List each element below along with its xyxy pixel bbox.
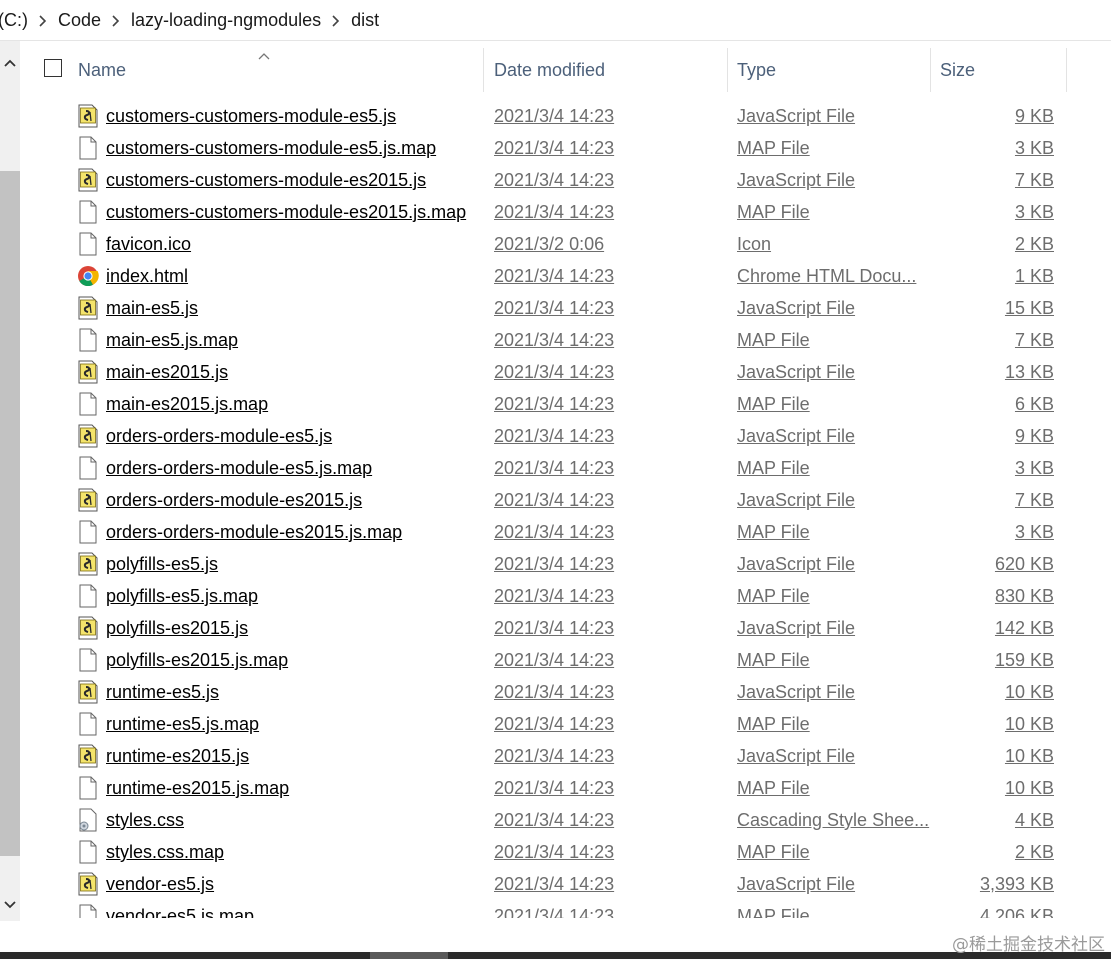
select-all-checkbox[interactable] — [44, 59, 62, 77]
file-row[interactable]: customers-customers-module-es5.js 2021/3/… — [20, 100, 1111, 132]
file-row[interactable]: polyfills-es2015.js.map 2021/3/4 14:23 MAP… — [20, 644, 1111, 676]
breadcrumb-item-project[interactable]: lazy-loading-ngmodules — [127, 10, 325, 31]
file-row[interactable]: polyfills-es5.js.map 2021/3/4 14:23 MAP Fi… — [20, 580, 1111, 612]
file-row[interactable]: polyfills-es2015.js 2021/3/4 14:23 JavaScr… — [20, 612, 1111, 644]
header-type[interactable]: Type — [737, 48, 776, 92]
file-row[interactable]: runtime-es5.js 2021/3/4 14:23 JavaScript F… — [20, 676, 1111, 708]
file-row[interactable]: customers-customers-module-es2015.js.map… — [20, 196, 1111, 228]
file-size: 10 KB — [1004, 746, 1054, 766]
file-size: 10 KB — [1004, 778, 1054, 798]
file-size: 3 KB — [1014, 202, 1054, 222]
file-row[interactable]: main-es2015.js.map 2021/3/4 14:23 MAP File… — [20, 388, 1111, 420]
file-row[interactable]: customers-customers-module-es2015.js 2021… — [20, 164, 1111, 196]
file-row[interactable]: main-es5.js.map 2021/3/4 14:23 MAP File 7 K… — [20, 324, 1111, 356]
watermark: @稀土掘金技术社区 — [952, 935, 1105, 955]
file-size: 4,206 KB — [979, 906, 1054, 918]
scrollbar-thumb[interactable] — [0, 171, 20, 856]
breadcrumb-item-drive[interactable]: (C:) — [0, 10, 32, 31]
chevron-right-icon[interactable] — [32, 12, 54, 28]
file-size: 15 KB — [1004, 298, 1054, 318]
file-size: 4 KB — [1014, 810, 1054, 830]
file-size: 620 KB — [994, 554, 1054, 574]
file-size: 2 KB — [1014, 234, 1054, 254]
file-row[interactable]: main-es2015.js 2021/3/4 14:23 JavaScript F… — [20, 356, 1111, 388]
taskbar-active-app[interactable] — [370, 952, 448, 959]
file-row[interactable]: main-es5.js 2021/3/4 14:23 JavaScript File… — [20, 292, 1111, 324]
file-row[interactable]: runtime-es5.js.map 2021/3/4 14:23 MAP File… — [20, 708, 1111, 740]
file-size: 13 KB — [1004, 362, 1054, 382]
file-list: customers-customers-module-es5.js 2021/3/… — [20, 100, 1111, 918]
chevron-right-icon[interactable] — [325, 12, 347, 28]
scroll-down-icon[interactable] — [0, 891, 20, 919]
breadcrumb-item-code[interactable]: Code — [54, 10, 105, 31]
file-size: 10 KB — [1004, 682, 1054, 702]
column-divider[interactable] — [727, 48, 728, 92]
file-row[interactable]: orders-orders-module-es2015.js 2021/3/4 1… — [20, 484, 1111, 516]
column-header: Name Date modified Type Size — [20, 48, 1111, 92]
file-size: 159 KB — [994, 650, 1054, 670]
column-divider[interactable] — [1066, 48, 1067, 92]
file-row[interactable]: orders-orders-module-es2015.js.map 2021/3… — [20, 516, 1111, 548]
header-date-modified[interactable]: Date modified — [494, 48, 605, 92]
file-size: 3 KB — [1014, 522, 1054, 542]
file-size: 830 KB — [994, 586, 1054, 606]
column-divider[interactable] — [930, 48, 931, 92]
file-size: 3 KB — [1014, 458, 1054, 478]
file-row[interactable]: orders-orders-module-es5.js 2021/3/4 14:2… — [20, 420, 1111, 452]
file-size: 7 KB — [1014, 330, 1054, 350]
file-size: 1 KB — [1014, 266, 1054, 286]
file-size: 2 KB — [1014, 842, 1054, 862]
file-row[interactable]: vendor-es5.js.map 2021/3/4 14:23 MAP File 4… — [20, 900, 1111, 918]
file-row[interactable]: orders-orders-module-es5.js.map 2021/3/4 … — [20, 452, 1111, 484]
vertical-scrollbar[interactable] — [0, 41, 20, 921]
breadcrumb: (C:) Code lazy-loading-ngmodules dist — [0, 0, 1111, 41]
file-row[interactable]: styles.css.map 2021/3/4 14:23 MAP File 2 KB — [20, 836, 1111, 868]
file-size: 7 KB — [1014, 170, 1054, 190]
file-size: 9 KB — [1014, 106, 1054, 126]
file-row[interactable]: styles.css 2021/3/4 14:23 Cascading Style … — [20, 804, 1111, 836]
file-size: 3,393 KB — [979, 874, 1054, 894]
file-size: 10 KB — [1004, 714, 1054, 734]
file-row[interactable]: vendor-es5.js 2021/3/4 14:23 JavaScript Fi… — [20, 868, 1111, 900]
column-divider[interactable] — [483, 48, 484, 92]
breadcrumb-item-dist[interactable]: dist — [347, 10, 383, 31]
file-row[interactable]: polyfills-es5.js 2021/3/4 14:23 JavaScript… — [20, 548, 1111, 580]
file-size: 142 KB — [994, 618, 1054, 638]
chevron-right-icon[interactable] — [105, 12, 127, 28]
file-row[interactable]: favicon.ico 2021/3/2 0:06 Icon 2 KB — [20, 228, 1111, 260]
header-name[interactable]: Name — [78, 48, 126, 92]
file-row[interactable]: runtime-es2015.js 2021/3/4 14:23 JavaScrip… — [20, 740, 1111, 772]
header-size[interactable]: Size — [940, 48, 975, 92]
file-size: 3 KB — [1014, 138, 1054, 158]
file-row[interactable]: index.html 2021/3/4 14:23 Chrome HTML Docu… — [20, 260, 1111, 292]
file-size: 9 KB — [1014, 426, 1054, 446]
file-row[interactable]: runtime-es2015.js.map 2021/3/4 14:23 MAP F… — [20, 772, 1111, 804]
scroll-up-icon[interactable] — [0, 49, 20, 77]
sort-ascending-icon — [258, 44, 270, 65]
file-size: 6 KB — [1014, 394, 1054, 414]
taskbar — [0, 952, 1111, 959]
file-row[interactable]: customers-customers-module-es5.js.map 202… — [20, 132, 1111, 164]
file-size: 7 KB — [1014, 490, 1054, 510]
